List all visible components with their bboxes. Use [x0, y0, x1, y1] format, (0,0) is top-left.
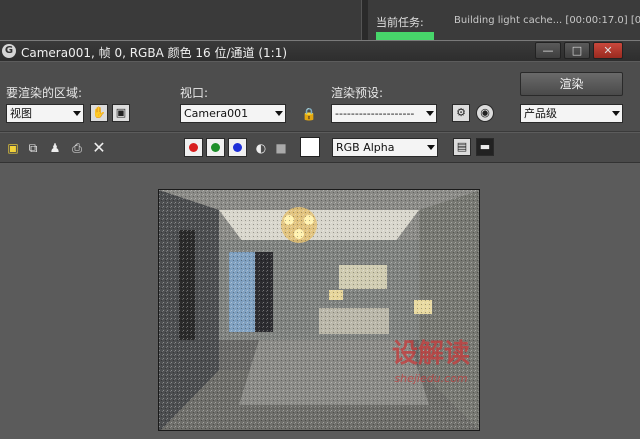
chevron-down-icon: [275, 111, 283, 116]
render-settings-toolbar: 要渲染的区域: 视图 ✋ ▣ 视口: Camera001 🔒 渲染预设: ---…: [0, 62, 640, 132]
channel-dropdown[interactable]: RGB Alpha: [332, 138, 438, 157]
display-toolbar: ▣ ⧉ ♟ ⎙ ✕ ◐ ■ RGB Alpha ▤ ▬: [0, 133, 640, 163]
viewport-label: 视口:: [180, 86, 209, 100]
close-button[interactable]: ✕: [593, 42, 623, 59]
print-icon[interactable]: ⎙: [68, 139, 86, 157]
chevron-down-icon: [612, 111, 620, 116]
chevron-down-icon: [426, 111, 434, 116]
background-panel: [0, 0, 362, 40]
clear-icon[interactable]: ✕: [90, 139, 108, 157]
render-area-value: 视图: [10, 107, 32, 120]
green-dot-icon: [211, 143, 220, 152]
preset-label: 渲染预设:: [331, 86, 384, 100]
preset-dropdown[interactable]: --------------------: [331, 104, 437, 123]
color-swatch[interactable]: [300, 137, 320, 157]
display-mode-icon[interactable]: ▬: [476, 138, 494, 156]
progress-panel: 当前任务: Building light cache... [00:00:17.…: [368, 0, 640, 44]
viewport-value: Camera001: [184, 107, 249, 120]
environment-icon[interactable]: ◉: [476, 104, 494, 122]
chevron-down-icon: [73, 111, 81, 116]
maximize-button[interactable]: □: [564, 42, 590, 59]
title-bar[interactable]: G Camera001, 帧 0, RGBA 颜色 16 位/通道 (1:1) …: [0, 41, 640, 61]
lock-icon[interactable]: 🔒: [300, 105, 318, 123]
red-channel-toggle[interactable]: [184, 138, 203, 157]
watermark-sub: shejiedu.com: [394, 372, 467, 385]
toggle-ui-overlay-icon[interactable]: ▤: [453, 138, 471, 156]
render-setup-icon[interactable]: ⚙: [452, 104, 470, 122]
quality-dropdown[interactable]: 产品级: [520, 104, 623, 123]
render-area-dropdown[interactable]: 视图: [6, 104, 84, 123]
rendered-image: 设解读 shejiedu.com: [158, 189, 480, 431]
green-channel-toggle[interactable]: [206, 138, 225, 157]
watermark-main: 设解读: [392, 339, 470, 369]
minimize-button[interactable]: —: [535, 42, 561, 59]
copy-image-icon[interactable]: ⧉: [24, 139, 42, 157]
red-dot-icon: [189, 143, 198, 152]
task-label: 当前任务:: [376, 16, 424, 29]
auto-region-icon[interactable]: ▣: [112, 104, 130, 122]
blue-channel-toggle[interactable]: [228, 138, 247, 157]
render-area-label: 要渲染的区域:: [6, 86, 83, 100]
task-value: Building light cache... [00:00:17.0] [00…: [454, 15, 640, 26]
channel-value: RGB Alpha: [336, 141, 395, 154]
viewport-dropdown[interactable]: Camera001: [180, 104, 286, 123]
frame-buffer-area: 设解读 shejiedu.com: [0, 164, 640, 439]
quality-value: 产品级: [524, 107, 557, 120]
edit-region-icon[interactable]: ✋: [90, 104, 108, 122]
rendered-frame-window: G Camera001, 帧 0, RGBA 颜色 16 位/通道 (1:1) …: [0, 40, 640, 439]
clone-window-icon[interactable]: ♟: [46, 139, 64, 157]
chevron-down-icon: [427, 145, 435, 150]
window-title: Camera001, 帧 0, RGBA 颜色 16 位/通道 (1:1): [21, 46, 288, 60]
save-image-icon[interactable]: ▣: [4, 139, 22, 157]
render-button[interactable]: 渲染: [520, 72, 623, 96]
monochrome-icon[interactable]: ■: [272, 139, 290, 157]
blue-dot-icon: [233, 143, 242, 152]
background-window: 当前任务: Building light cache... [00:00:17.…: [0, 0, 640, 44]
preset-value: --------------------: [335, 107, 415, 120]
app-icon: G: [2, 44, 16, 58]
bedroom-render-graphic: 设解读 shejiedu.com: [159, 190, 479, 430]
alpha-channel-icon[interactable]: ◐: [252, 139, 270, 157]
